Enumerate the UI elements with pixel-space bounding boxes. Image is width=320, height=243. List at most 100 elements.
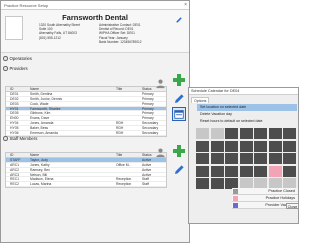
calendar-day[interactable]: [283, 165, 296, 177]
calendar-day[interactable]: [225, 153, 238, 164]
operatories-label: Operatories: [9, 56, 32, 61]
providers-user-settings-icon[interactable]: [155, 78, 166, 89]
menu-item-delete-vacation[interactable]: Delete Vacation day: [197, 111, 297, 118]
schedule-calendar-panel: Schedule Calendar for DE04 Options Set l…: [188, 87, 299, 224]
edit-practice-pencil-icon[interactable]: [175, 16, 183, 24]
calendar-day[interactable]: [283, 140, 296, 152]
calendar-day[interactable]: [196, 165, 209, 177]
calendar-day[interactable]: [196, 140, 209, 152]
cell-status: Secondary: [142, 121, 159, 126]
calendar-day[interactable]: [268, 165, 282, 177]
cell-id: HY01: [10, 106, 19, 111]
cell-title: [116, 173, 142, 177]
collapse-toggle-icon[interactable]: [3, 136, 8, 141]
practice-address: 1320 South Abernathy Street Suite 100 Ab…: [39, 23, 80, 40]
calendar-day[interactable]: [268, 153, 282, 164]
window-title: Practice Resource Setup: [4, 3, 49, 8]
practice-header: Farnsworth Dental 1320 South Abernathy S…: [1, 10, 189, 53]
window-titlebar: Practice Resource Setup ×: [1, 1, 189, 10]
legend-label: Practice Closed: [268, 189, 295, 193]
cell-title: [116, 107, 142, 111]
staff-user-settings-icon[interactable]: [155, 147, 166, 158]
cell-title: Reception: [116, 182, 132, 187]
calendar-day[interactable]: [283, 128, 296, 139]
calendar-icon: [174, 110, 184, 119]
cell-status: Active: [142, 157, 152, 162]
legend-label: Practice Holidays: [265, 196, 295, 200]
edit-provider-button[interactable]: [172, 92, 186, 106]
calendar-day[interactable]: [225, 128, 238, 139]
expand-toggle-icon[interactable]: [3, 56, 8, 61]
cell-title: [116, 158, 142, 162]
staff-label: Staff Members: [9, 136, 38, 141]
cell-name: Lucas, Marina: [30, 182, 52, 187]
calendar-day[interactable]: [210, 153, 224, 164]
calendar-day[interactable]: [239, 140, 253, 152]
calendar-day[interactable]: [225, 165, 238, 177]
cell-status: Secondary: [142, 126, 159, 131]
close-button[interactable]: Close: [286, 203, 299, 209]
cell-title: [116, 116, 142, 120]
cell-status: Primary: [142, 106, 154, 111]
add-staff-button[interactable]: [172, 144, 186, 158]
options-tab[interactable]: Options: [191, 97, 210, 103]
calendar-day[interactable]: [254, 165, 267, 177]
calendar-day[interactable]: [254, 128, 267, 139]
calendar-day[interactable]: [254, 140, 267, 152]
calendar-day[interactable]: [210, 178, 224, 189]
cell-status: Staff: [142, 182, 149, 187]
operatories-section-header[interactable]: Operatories: [3, 55, 187, 62]
cell-id: DE03: [10, 101, 19, 106]
calendar-day[interactable]: [239, 165, 253, 177]
menu-item-reset-hours[interactable]: Reset hours to default on selected date: [197, 118, 297, 125]
cell-id: DE01: [10, 91, 19, 96]
calendar-day[interactable]: [210, 165, 224, 177]
calendar-day[interactable]: [196, 178, 209, 189]
cell-status: Primary: [142, 116, 154, 121]
calendar-day[interactable]: [210, 128, 224, 139]
legend-swatch: [233, 196, 238, 201]
calendar-day[interactable]: [239, 153, 253, 164]
schedule-calendar-button[interactable]: [172, 107, 186, 121]
calendar-day[interactable]: [210, 140, 224, 152]
cell-name: Madison, Elena: [30, 177, 54, 182]
cell-title: Office M..: [116, 162, 131, 167]
menu-item-set-location[interactable]: Set location on selected date: [197, 104, 297, 111]
calendar-grid: [196, 128, 296, 189]
column-header-name[interactable]: Name: [30, 153, 116, 157]
column-header-name[interactable]: Name: [30, 87, 116, 91]
cell-name: Ramsey, Bev: [30, 167, 50, 172]
window-close-button[interactable]: ×: [184, 1, 187, 10]
cell-title: Reception: [116, 177, 132, 182]
calendar-day[interactable]: [196, 153, 209, 164]
cell-title: [116, 111, 142, 115]
add-provider-button[interactable]: [172, 73, 186, 87]
calendar-day[interactable]: [283, 153, 296, 164]
collapse-toggle-icon[interactable]: [3, 66, 8, 71]
cell-name: Jones, Amanda: [30, 121, 54, 126]
legend-swatch: [233, 189, 238, 194]
staff-section-header[interactable]: Staff Members: [3, 135, 187, 142]
column-header-title[interactable]: Title: [116, 153, 142, 157]
column-header-id[interactable]: ID: [6, 153, 30, 157]
calendar-day[interactable]: [254, 153, 267, 164]
calendar-day[interactable]: [196, 128, 209, 139]
practice-name: Farnsworth Dental: [62, 13, 128, 22]
edit-staff-button[interactable]: [172, 163, 186, 177]
panel-title: Schedule Calendar for DE04: [189, 88, 298, 95]
column-header-id[interactable]: ID: [6, 87, 30, 91]
calendar-day[interactable]: [225, 140, 238, 152]
table-row[interactable]: REC2 Lucas, Marina Reception Staff: [6, 182, 166, 188]
calendar-day[interactable]: [239, 128, 253, 139]
calendar-day[interactable]: [268, 128, 282, 139]
edit-pencil-icon: [175, 94, 184, 103]
cell-status: Primary: [142, 101, 154, 106]
cell-name: Gibbons, Kim: [30, 111, 51, 116]
cell-id: ARC3: [10, 172, 20, 177]
address-line: Abernathy Falls, UT 84003: [39, 31, 77, 36]
cell-id: EN00: [10, 116, 19, 121]
providers-section-header[interactable]: Providers: [3, 65, 187, 72]
column-header-title[interactable]: Title: [116, 87, 142, 91]
cell-id: REC1: [10, 177, 20, 182]
calendar-day[interactable]: [268, 140, 282, 152]
